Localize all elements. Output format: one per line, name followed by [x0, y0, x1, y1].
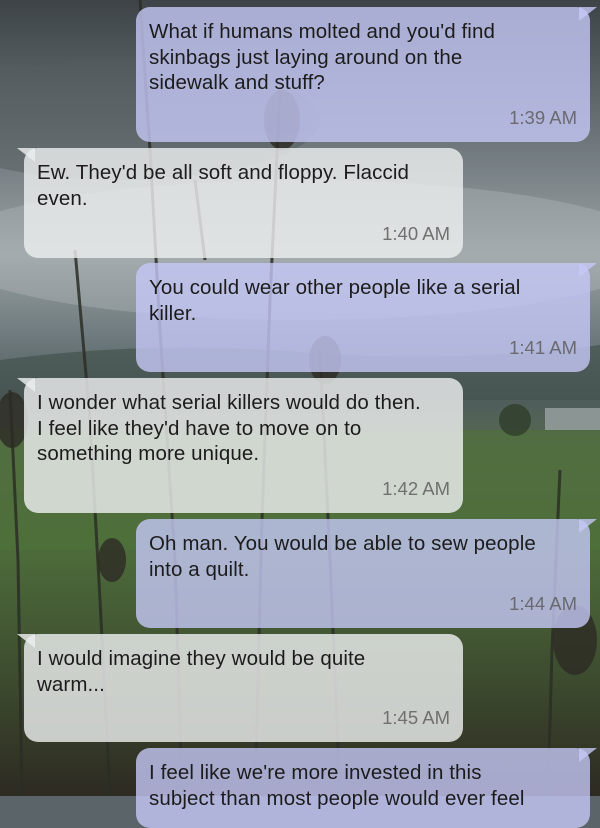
message-text: I feel like we're more invested in this …: [149, 761, 525, 810]
message-text: You could wear other people like a seria…: [149, 276, 521, 325]
message-thread: What if humans molted and you'd find ski…: [0, 0, 600, 828]
message-timestamp: 1:44 AM: [509, 593, 577, 614]
message-text: I would imagine they would be quite warm…: [37, 647, 366, 696]
message-timestamp: 1:42 AM: [382, 478, 450, 499]
bubble-tail-icon: [17, 378, 35, 392]
message-text: What if humans molted and you'd find ski…: [149, 20, 495, 94]
message-timestamp: 1:45 AM: [382, 707, 450, 728]
bubble-tail-icon: [579, 519, 597, 533]
message-timestamp: 1:41 AM: [509, 337, 577, 358]
message-timestamp: 1:40 AM: [382, 223, 450, 244]
message-timestamp: 1:39 AM: [509, 107, 577, 128]
message-text: I wonder what serial killers would do th…: [37, 391, 421, 465]
message-bubble-sent[interactable]: What if humans molted and you'd find ski…: [136, 7, 597, 142]
bubble-tail-icon: [17, 634, 35, 648]
message-bubble-sent[interactable]: Oh man. You would be able to sew people …: [136, 519, 597, 628]
message-bubble-received[interactable]: I wonder what serial killers would do th…: [17, 378, 463, 513]
bubble-tail-icon: [579, 748, 597, 762]
message-text: Oh man. You would be able to sew people …: [149, 532, 536, 581]
message-bubble-received[interactable]: Ew. They'd be all soft and floppy. Flacc…: [17, 148, 463, 258]
message-bubble-received[interactable]: I would imagine they would be quite warm…: [17, 634, 463, 742]
message-bubble-sent[interactable]: You could wear other people like a seria…: [136, 263, 597, 372]
message-text: Ew. They'd be all soft and floppy. Flacc…: [37, 161, 409, 210]
message-bubble-sent[interactable]: I feel like we're more invested in this …: [136, 748, 597, 828]
bubble-tail-icon: [579, 7, 597, 21]
bubble-tail-icon: [17, 148, 35, 162]
bubble-tail-icon: [579, 263, 597, 277]
